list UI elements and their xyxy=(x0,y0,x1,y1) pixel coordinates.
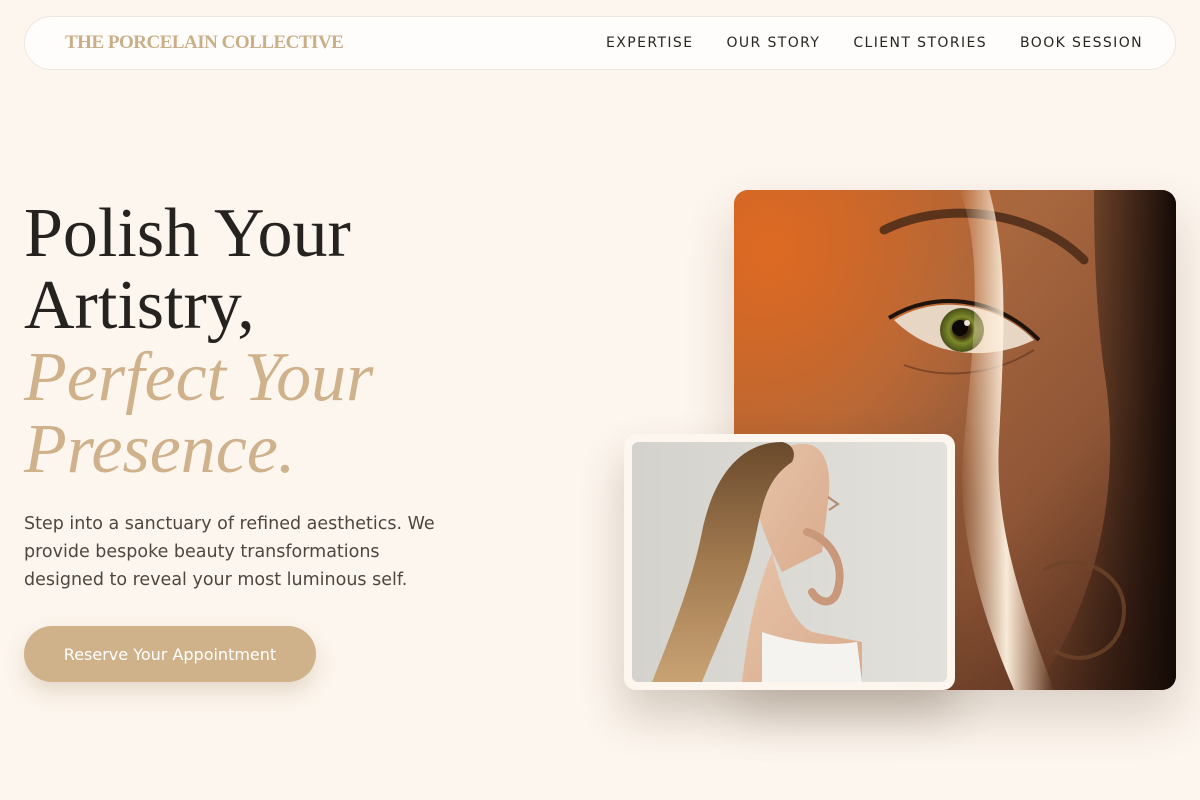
hero-title-line: Artistry, xyxy=(24,267,255,344)
hero-title-line: Polish Your xyxy=(24,195,351,272)
hero-title-accent-line: Perfect Your xyxy=(24,339,374,416)
nav-links: EXPERTISE OUR STORY CLIENT STORIES BOOK … xyxy=(606,35,1143,51)
hero-title-accent-line: Presence. xyxy=(24,411,296,488)
inset-photo-profile xyxy=(632,442,947,682)
hero-description: Step into a sanctuary of refined aesthet… xyxy=(24,514,435,590)
nav-link-client-stories[interactable]: CLIENT STORIES xyxy=(853,35,987,51)
profile-woman-photo-icon xyxy=(632,442,947,682)
brand-logo[interactable]: THE PORCELAIN COLLECTIVE xyxy=(65,32,344,54)
hero-title: Polish Your Artistry, Perfect Your Prese… xyxy=(24,198,373,486)
inset-photo-frame xyxy=(624,434,955,690)
nav-link-our-story[interactable]: OUR STORY xyxy=(726,35,820,51)
reserve-appointment-button[interactable]: Reserve Your Appointment xyxy=(24,626,316,682)
nav-link-book-session[interactable]: BOOK SESSION xyxy=(1020,35,1143,51)
navbar: THE PORCELAIN COLLECTIVE EXPERTISE OUR S… xyxy=(24,16,1176,70)
nav-link-expertise[interactable]: EXPERTISE xyxy=(606,35,693,51)
